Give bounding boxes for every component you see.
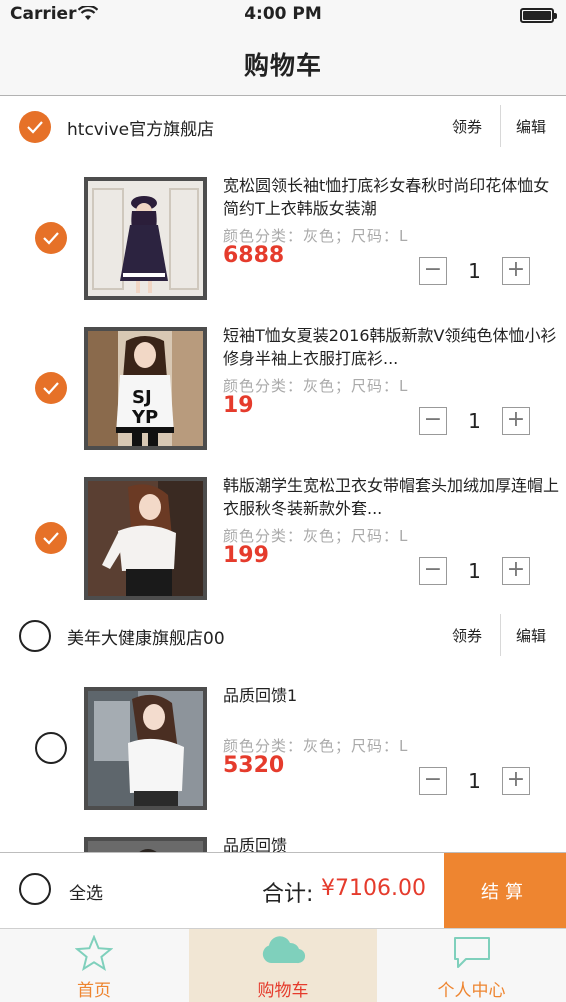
product-title[interactable]: 韩版潮学生宽松卫衣女带帽套头加绒加厚连帽上衣服秋冬装新款外套... [223, 474, 563, 520]
quantity-stepper: − 1 + [419, 557, 530, 587]
nav-bar: 购物车 [0, 30, 566, 96]
select-all-checkbox[interactable] [19, 873, 51, 905]
tab-bar: 首页 购物车 个人中心 [0, 928, 566, 1002]
increase-button[interactable]: + [502, 257, 530, 285]
tab-profile[interactable]: 个人中心 [377, 929, 566, 1002]
shop-checkbox[interactable] [19, 620, 51, 652]
page-title: 购物车 [243, 51, 322, 80]
item-checkbox[interactable] [35, 222, 67, 254]
coupon-button[interactable]: 领券 [452, 116, 482, 137]
cart-item: 品质回馈 [0, 834, 566, 852]
cart-item: 韩版潮学生宽松卫衣女带帽套头加绒加厚连帽上衣服秋冬装新款外套... 颜色分类：灰… [0, 474, 566, 601]
cloud-icon [262, 936, 306, 964]
product-price: 19 [223, 393, 254, 418]
checkmark-icon [43, 232, 59, 245]
divider [500, 105, 501, 147]
checkmark-icon [27, 121, 43, 134]
checkmark-icon [43, 382, 59, 395]
checkmark-icon [43, 532, 59, 545]
tab-home[interactable]: 首页 [0, 929, 188, 1002]
clock: 4:00 PM [244, 4, 322, 24]
increase-button[interactable]: + [502, 767, 530, 795]
total-value: ¥7106.00 [321, 876, 426, 901]
edit-button[interactable]: 编辑 [516, 625, 546, 646]
star-icon [75, 935, 113, 971]
summary-bar: 全选 合计: ¥7106.00 结算 [0, 852, 566, 929]
edit-button[interactable]: 编辑 [516, 116, 546, 137]
tab-label: 个人中心 [437, 981, 506, 1001]
cart-item: SJ YP 短袖T恤女夏装2016韩版新款V领纯色体恤小衫修身半袖上衣服打底衫.… [0, 324, 566, 451]
item-checkbox[interactable] [35, 372, 67, 404]
cart-item: 品质回馈1 颜色分类：灰色；尺码：L 5320 − 1 + [0, 684, 566, 811]
decrease-button[interactable]: − [419, 767, 447, 795]
product-image[interactable] [84, 177, 207, 300]
item-checkbox[interactable] [35, 522, 67, 554]
product-price: 6888 [223, 243, 285, 268]
total-label: 合计: [262, 882, 314, 907]
checkout-button[interactable]: 结算 [444, 853, 566, 929]
quantity-value: 1 [468, 409, 481, 433]
product-image[interactable] [84, 477, 207, 600]
cart-list[interactable]: htcvive官方旗舰店 领券 编辑 宽松圆领长袖t恤打底衫女春秋时尚印花体恤女… [0, 97, 566, 852]
cart-item: 宽松圆领长袖t恤打底衫女春秋时尚印花体恤女简约T上衣韩版女装潮 颜色分类：灰色；… [0, 174, 566, 301]
decrease-button[interactable]: − [419, 407, 447, 435]
select-all-label[interactable]: 全选 [69, 879, 103, 904]
svg-text:SJ: SJ [132, 387, 152, 408]
divider [500, 614, 501, 656]
shop-header: htcvive官方旗舰店 领券 编辑 [0, 97, 566, 157]
quantity-value: 1 [468, 769, 481, 793]
quantity-value: 1 [468, 259, 481, 283]
shop-name[interactable]: htcvive官方旗舰店 [67, 115, 214, 140]
product-title[interactable]: 品质回馈1 [223, 684, 563, 730]
increase-button[interactable]: + [502, 407, 530, 435]
product-image[interactable] [84, 687, 207, 810]
product-title[interactable]: 短袖T恤女夏装2016韩版新款V领纯色体恤小衫修身半袖上衣服打底衫... [223, 324, 563, 370]
quantity-stepper: − 1 + [419, 407, 530, 437]
shop-checkbox[interactable] [19, 111, 51, 143]
product-image[interactable]: SJ YP [84, 327, 207, 450]
coupon-button[interactable]: 领券 [452, 625, 482, 646]
shop-name[interactable]: 美年大健康旗舰店00 [67, 624, 225, 649]
status-bar: Carrier 4:00 PM [0, 0, 566, 30]
product-image[interactable] [84, 837, 207, 852]
quantity-stepper: − 1 + [419, 257, 530, 287]
chat-bubble-icon [453, 937, 490, 968]
tab-label: 购物车 [257, 981, 309, 1001]
shop-header: 美年大健康旗舰店00 领券 编辑 [0, 606, 566, 666]
product-price: 199 [223, 543, 269, 568]
product-title[interactable]: 品质回馈 [223, 834, 563, 852]
decrease-button[interactable]: − [419, 557, 447, 585]
item-checkbox[interactable] [35, 732, 67, 764]
product-price: 5320 [223, 753, 285, 778]
decrease-button[interactable]: − [419, 257, 447, 285]
increase-button[interactable]: + [502, 557, 530, 585]
quantity-stepper: − 1 + [419, 767, 530, 797]
tab-label: 首页 [77, 981, 111, 1001]
svg-text:YP: YP [131, 407, 158, 428]
tab-cart[interactable]: 购物车 [189, 929, 377, 1002]
quantity-value: 1 [468, 559, 481, 583]
battery-icon [520, 8, 557, 23]
product-title[interactable]: 宽松圆领长袖t恤打底衫女春秋时尚印花体恤女简约T上衣韩版女装潮 [223, 174, 563, 220]
